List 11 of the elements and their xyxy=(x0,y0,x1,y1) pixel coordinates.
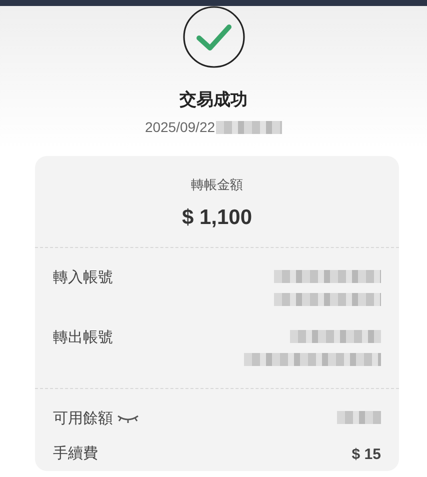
closed-eye-icon[interactable] xyxy=(117,414,139,424)
amount-label: 轉帳金額 xyxy=(191,176,243,194)
status-title: 交易成功 xyxy=(180,89,248,111)
row-label: 轉出帳號 xyxy=(53,328,113,347)
row-value: $ 15 xyxy=(352,446,381,463)
redacted-block xyxy=(337,411,381,424)
transaction-date: 2025/09/22 xyxy=(144,119,216,135)
row-label: 轉入帳號 xyxy=(53,268,113,287)
amount-value: $ 1,100 xyxy=(182,206,252,230)
row-label: 手續費 xyxy=(53,444,98,463)
row-label: 可用餘額 xyxy=(53,409,113,428)
